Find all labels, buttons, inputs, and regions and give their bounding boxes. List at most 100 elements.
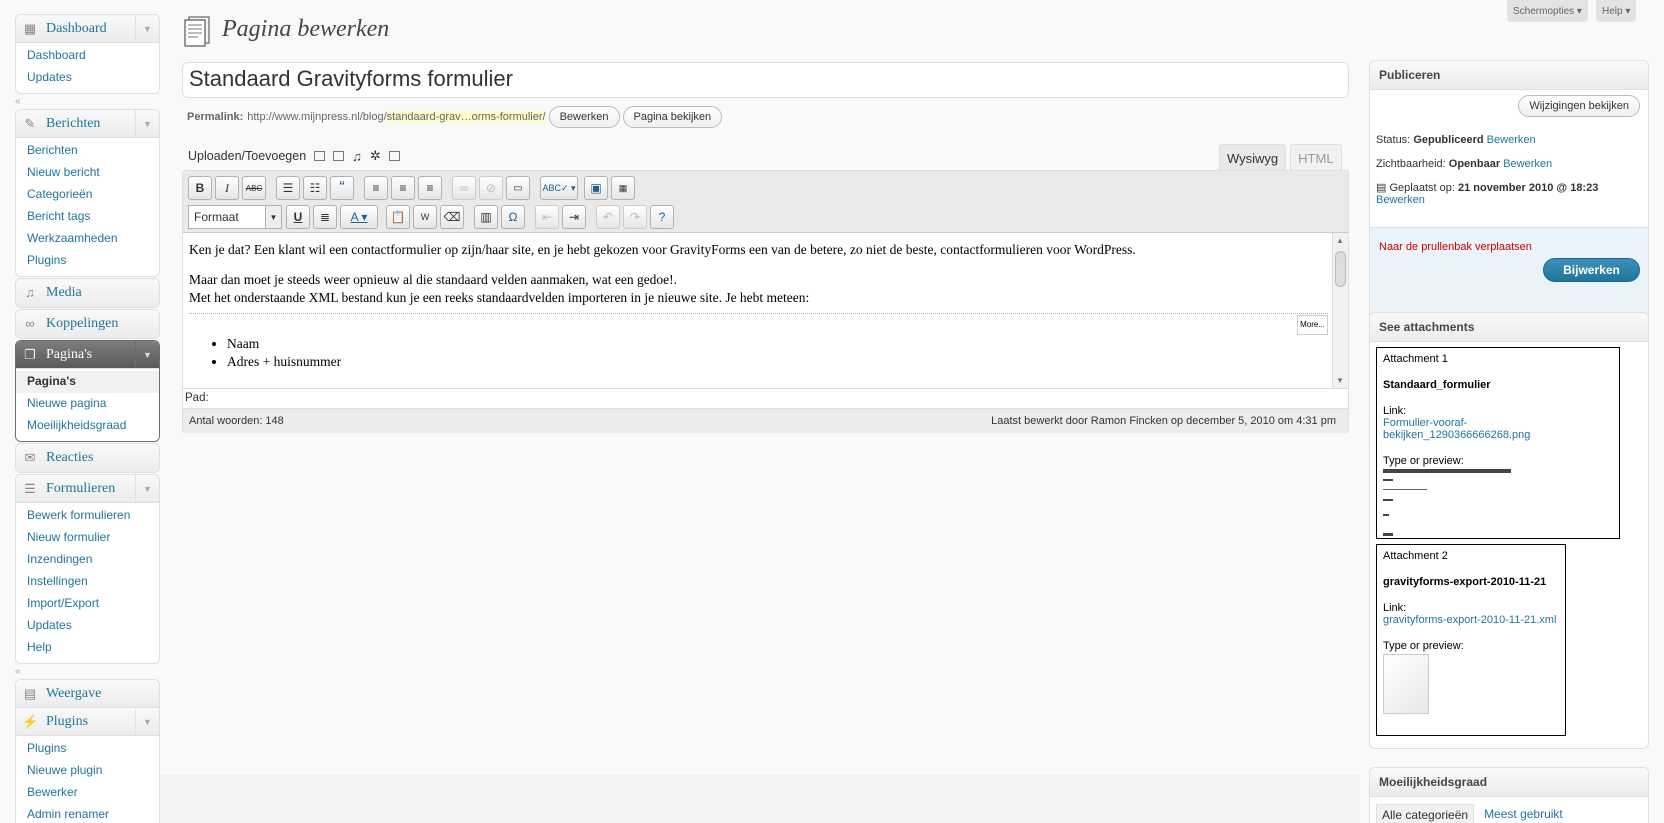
submenu-item[interactable]: Admin renamer — [16, 804, 159, 822]
edit-date-link[interactable]: Bewerken — [1376, 194, 1425, 206]
menu-berichten-head[interactable]: ✎ Berichten ▼ — [16, 110, 159, 138]
chevron-down-icon[interactable]: ▼ — [135, 475, 159, 502]
help-tab[interactable]: Help ▾ — [1596, 0, 1637, 22]
menu-reacties-head[interactable]: ✉ Reacties — [16, 444, 159, 472]
blockquote-button[interactable]: “ — [330, 176, 354, 200]
submenu-item[interactable]: Updates — [16, 615, 159, 637]
file-preview-icon[interactable] — [1383, 654, 1429, 714]
submenu-item[interactable]: Nieuw bericht — [16, 162, 159, 184]
submenu-item[interactable]: Import/Export — [16, 593, 159, 615]
outdent-button[interactable]: ⇤ — [535, 205, 559, 229]
text-color-button[interactable]: A ▾ — [340, 205, 378, 229]
numbered-list-button[interactable]: ☷ — [303, 176, 327, 200]
submenu-item[interactable]: Updates — [16, 67, 159, 89]
preview-changes-button[interactable]: Wijzigingen bekijken — [1518, 95, 1640, 117]
align-left-button[interactable]: ≡ — [364, 176, 388, 200]
chevron-down-icon[interactable]: ▼ — [135, 708, 159, 735]
submenu-item[interactable]: Nieuwe plugin — [16, 760, 159, 782]
submenu-item[interactable]: Plugins — [16, 250, 159, 272]
permalink-slug[interactable]: standaard-grav…orms-formulier/ — [386, 111, 546, 123]
italic-button[interactable]: I — [215, 176, 239, 200]
submenu-item[interactable]: Bericht tags — [16, 206, 159, 228]
submenu-item[interactable]: Nieuwe pagina — [16, 393, 159, 415]
editor-scrollbar[interactable]: ▲ ▼ — [1332, 233, 1348, 388]
submenu-item[interactable]: Bewerk formulieren — [16, 505, 159, 527]
menu-separator[interactable]: « — [15, 665, 160, 679]
chevron-down-icon[interactable]: ▼ — [135, 110, 159, 137]
attachment-link[interactable]: Formulier-vooraf-bekijken_1290366666268.… — [1383, 417, 1530, 441]
format-select[interactable]: Formaat ▼ — [188, 205, 282, 229]
tab-all-categories[interactable]: Alle categorieën — [1376, 804, 1475, 823]
menu-weergave-head[interactable]: ▤ Weergave — [16, 680, 159, 708]
redo-icon[interactable]: ↷ — [623, 205, 647, 229]
submenu-item[interactable]: Help — [16, 637, 159, 659]
menu-media-head[interactable]: ♫ Media — [16, 279, 159, 307]
kitchen-sink-button[interactable]: ▦ — [611, 176, 635, 200]
tab-html[interactable]: HTML — [1290, 144, 1342, 171]
trash-link[interactable]: Naar de prullenbak verplaatsen — [1379, 241, 1532, 253]
submenu-item[interactable]: Categorieën — [16, 184, 159, 206]
indent-button[interactable]: ⇥ — [562, 205, 586, 229]
edit-visibility-link[interactable]: Bewerken — [1503, 158, 1552, 170]
eraser-icon[interactable]: ⌫ — [440, 205, 464, 229]
strikethrough-button[interactable]: ABC — [242, 176, 266, 200]
scroll-thumb[interactable] — [1335, 251, 1346, 287]
add-audio-icon[interactable]: ♫ — [352, 149, 362, 164]
add-video-icon[interactable] — [333, 151, 345, 161]
tab-visual[interactable]: Wysiwyg — [1219, 144, 1287, 171]
submenu-item[interactable]: Plugins — [16, 738, 159, 760]
edit-permalink-button[interactable]: Bewerken — [548, 106, 620, 128]
add-media-icon[interactable]: ✲ — [370, 148, 381, 164]
submenu-item-current[interactable]: Pagina's — [16, 371, 159, 393]
insert-more-button[interactable]: ▭ — [506, 176, 530, 200]
tab-most-used[interactable]: Meest gebruikt — [1474, 804, 1573, 823]
add-image-icon[interactable] — [314, 151, 326, 161]
menu-plugins-head[interactable]: ⚡ Plugins ▼ — [16, 708, 159, 736]
editor-content[interactable]: Ken je dat? Een klant wil een contactfor… — [183, 233, 1334, 388]
collapse-arrow-icon[interactable]: « — [15, 666, 21, 677]
menu-dashboard-head[interactable]: ▦ Dashboard ▼ — [16, 15, 159, 43]
attachment-preview-image[interactable] — [1383, 469, 1511, 539]
paste-word-button[interactable]: W — [413, 205, 437, 229]
submenu-item[interactable]: Werkzaamheden — [16, 228, 159, 250]
submenu-item[interactable]: Instellingen — [16, 571, 159, 593]
media-embed-icon[interactable]: ▥ — [474, 205, 498, 229]
attachment-link[interactable]: gravityforms-export-2010-11-21.xml — [1383, 614, 1556, 626]
chevron-down-icon[interactable]: ▼ — [135, 341, 159, 368]
submenu-item[interactable]: Dashboard — [16, 45, 159, 67]
submenu-item[interactable]: Nieuw formulier — [16, 527, 159, 549]
paste-text-button[interactable]: 📋 — [386, 205, 410, 229]
submenu-item[interactable]: Berichten — [16, 140, 159, 162]
align-center-button[interactable]: ≡ — [391, 176, 415, 200]
menu-paginas-head[interactable]: ❐ Pagina's ▼ — [16, 341, 159, 369]
unlink-icon[interactable]: ⊘ — [479, 176, 503, 200]
submenu-item[interactable]: Inzendingen — [16, 549, 159, 571]
menu-separator[interactable]: « — [15, 95, 160, 109]
justify-button[interactable]: ≣ — [313, 205, 337, 229]
align-right-button[interactable]: ≡ — [418, 176, 442, 200]
submenu-item[interactable]: Bewerker — [16, 782, 159, 804]
submenu-item[interactable]: Moeilijkheidsgraad — [16, 415, 159, 437]
menu-formulieren-head[interactable]: ☰ Formulieren ▼ — [16, 475, 159, 503]
post-title-input[interactable]: Standaard Gravityforms formulier — [182, 62, 1349, 98]
chevron-down-icon[interactable]: ▼ — [135, 15, 159, 42]
spellcheck-button[interactable]: ABC✓ ▾ — [540, 176, 578, 200]
menu-koppelingen-head[interactable]: ∞ Koppelingen — [16, 310, 159, 338]
status-line: Status: Gepubliceerd Bewerken — [1376, 134, 1536, 146]
fullscreen-button[interactable]: ▣ — [584, 176, 608, 200]
undo-icon[interactable]: ↶ — [596, 205, 620, 229]
scroll-up-icon[interactable]: ▲ — [1336, 236, 1344, 245]
bold-button[interactable]: B — [188, 176, 212, 200]
scroll-down-icon[interactable]: ▼ — [1336, 376, 1344, 385]
help-icon[interactable]: ? — [650, 205, 674, 229]
view-page-button[interactable]: Pagina bekijken — [622, 106, 723, 128]
update-button[interactable]: Bijwerken — [1543, 258, 1640, 282]
underline-button[interactable]: U — [286, 205, 310, 229]
edit-status-link[interactable]: Bewerken — [1487, 134, 1536, 146]
bullet-list-button[interactable]: ☰ — [276, 176, 300, 200]
add-form-icon[interactable] — [388, 151, 400, 161]
collapse-arrow-icon[interactable]: « — [15, 96, 21, 107]
special-char-button[interactable]: Ω — [501, 205, 525, 229]
screen-options-tab[interactable]: Schermopties ▾ — [1507, 0, 1588, 22]
link-icon[interactable]: ∞ — [452, 176, 476, 200]
